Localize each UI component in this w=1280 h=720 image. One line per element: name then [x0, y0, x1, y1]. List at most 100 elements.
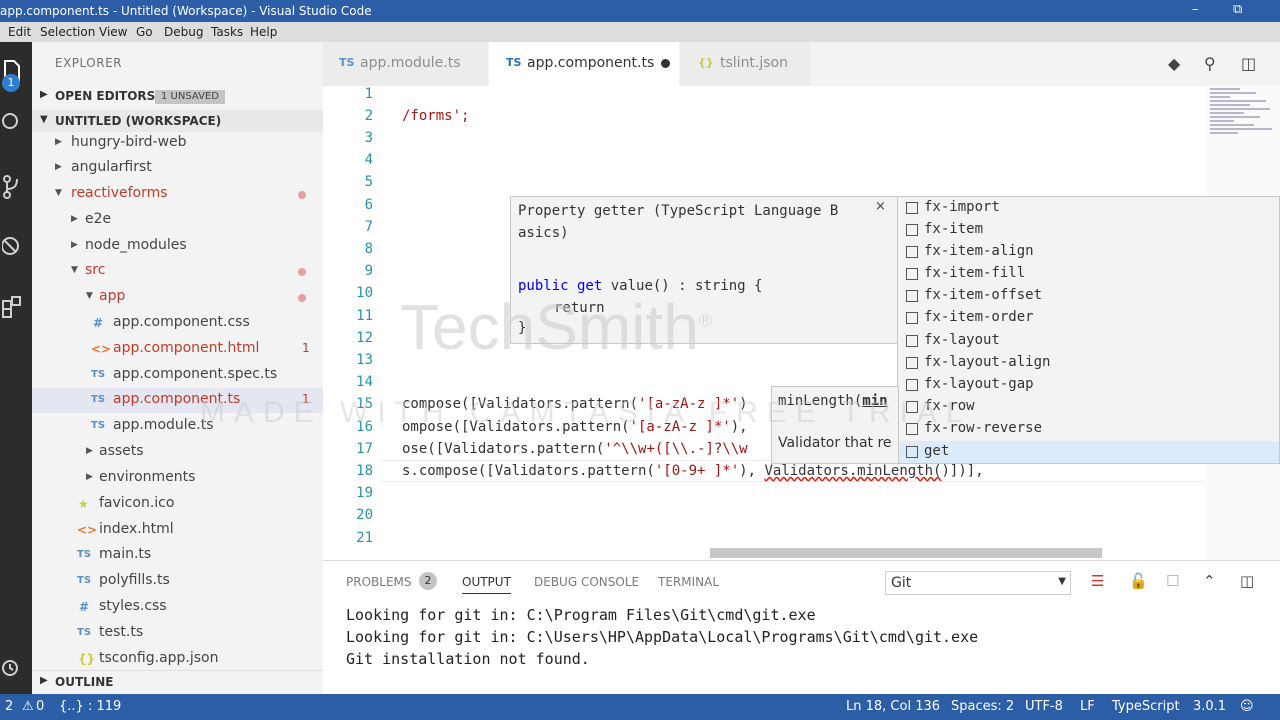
- open-preview-icon[interactable]: ⚲: [1204, 54, 1216, 73]
- chevron-down-icon: ▼: [86, 291, 93, 301]
- clear-output-icon[interactable]: ☰: [1091, 572, 1104, 590]
- tab-tslint-json[interactable]: {} tslint.json: [680, 42, 810, 86]
- restore-button[interactable]: ⧉: [1233, 2, 1242, 17]
- modified-dot: [298, 294, 306, 302]
- watermark-brand: TechSmith®: [400, 290, 712, 364]
- language-mode[interactable]: TypeScript: [1112, 699, 1180, 714]
- code-token: ose([Validators.pattern(: [402, 441, 605, 457]
- git-compare-icon[interactable]: ◆: [1168, 54, 1180, 73]
- workspace-section[interactable]: ▼ UNTITLED (WORKSPACE): [32, 110, 323, 132]
- tree-item-label: polyfills.ts: [99, 572, 170, 588]
- suggestion-label: fx-import: [924, 199, 1000, 215]
- tree-item-src[interactable]: ▼ src: [32, 259, 323, 284]
- tab-app-component-ts[interactable]: TS app.component.ts: [489, 42, 679, 86]
- encoding[interactable]: UTF-8: [1025, 699, 1063, 714]
- suggestion-item-selected[interactable]: get: [898, 441, 1279, 463]
- tab-debug-console[interactable]: DEBUG CONSOLE: [534, 575, 639, 589]
- lock-scroll-icon[interactable]: 🔓: [1129, 572, 1148, 590]
- tree-item-main-ts[interactable]: TS main.ts: [32, 543, 323, 568]
- suggestion-item[interactable]: fx-layout-gap: [898, 374, 1279, 396]
- split-editor-icon[interactable]: ◫: [1241, 54, 1256, 73]
- tab-app-module-ts[interactable]: TS app.module.ts: [323, 42, 488, 86]
- tree-item-assets[interactable]: ▶ assets: [32, 440, 323, 465]
- warning-count[interactable]: 0: [36, 699, 44, 714]
- maximize-panel-icon[interactable]: ⌃: [1203, 572, 1216, 590]
- cursor-position[interactable]: Ln 18, Col 136: [846, 699, 940, 714]
- debug-icon[interactable]: [0, 227, 32, 267]
- tree-item-index-html[interactable]: <> index.html: [32, 518, 323, 543]
- horizontal-scrollbar[interactable]: [710, 548, 1102, 558]
- sync-count[interactable]: 2: [5, 699, 13, 714]
- menu-help[interactable]: Help: [250, 25, 277, 39]
- search-icon[interactable]: [0, 104, 32, 144]
- line-number: 21: [356, 530, 373, 546]
- menu-view[interactable]: View: [99, 25, 127, 39]
- extensions-icon[interactable]: [0, 288, 32, 328]
- smiley-icon[interactable]: ☺: [1240, 699, 1254, 714]
- open-editors-section[interactable]: ▶ OPEN EDITORS 1 UNSAVED: [32, 85, 323, 107]
- tree-item-environments[interactable]: ▶ environments: [32, 466, 323, 491]
- typescript-version[interactable]: 3.0.1: [1193, 699, 1226, 714]
- tree-item-node-modules[interactable]: ▶ node_modules: [32, 234, 323, 259]
- menu-go[interactable]: Go: [136, 25, 153, 39]
- suggestion-item[interactable]: fx-import: [898, 197, 1279, 219]
- suggestion-item[interactable]: fx-item-align: [898, 241, 1279, 263]
- line-number: 10: [356, 285, 373, 301]
- tree-item-app-component-css[interactable]: # app.component.css: [32, 311, 323, 336]
- suggestion-item[interactable]: fx-layout: [898, 330, 1279, 352]
- close-icon[interactable]: ×: [875, 199, 886, 214]
- suggestion-item[interactable]: fx-layout-align: [898, 352, 1279, 374]
- line-number: 20: [356, 507, 373, 523]
- tree-item-app-component-spec-ts[interactable]: TS app.component.spec.ts: [32, 363, 323, 388]
- symbol-indicator[interactable]: {..} : 119: [59, 699, 121, 714]
- minimize-button[interactable]: –: [1192, 2, 1199, 17]
- tree-item-styles-css[interactable]: # styles.css: [32, 595, 323, 620]
- open-log-icon[interactable]: ☐: [1166, 572, 1179, 590]
- suggestion-item[interactable]: fx-item-fill: [898, 263, 1279, 285]
- settings-icon[interactable]: [0, 648, 32, 688]
- end-of-line[interactable]: LF: [1080, 699, 1095, 714]
- source-control-icon[interactable]: [0, 167, 32, 207]
- close-panel-icon[interactable]: ◫: [1240, 572, 1254, 590]
- outline-section[interactable]: ▶ OUTLINE: [32, 670, 323, 692]
- tree-item-label: main.ts: [99, 546, 152, 562]
- tree-item-test-ts[interactable]: TS test.ts: [32, 621, 323, 646]
- output-channel-select[interactable]: Git ▼: [885, 571, 1071, 595]
- suggestion-item[interactable]: fx-item-offset: [898, 285, 1279, 307]
- tree-item-app[interactable]: ▼ app: [32, 285, 323, 310]
- tree-item-label: test.ts: [99, 624, 144, 640]
- suggestion-item[interactable]: fx-item: [898, 219, 1279, 241]
- tree-item-favicon-ico[interactable]: ★ favicon.ico: [32, 492, 323, 517]
- snippet-icon: [906, 224, 918, 236]
- unsaved-dot-icon[interactable]: [661, 59, 670, 68]
- tab-output[interactable]: OUTPUT: [462, 575, 511, 594]
- tree-item-polyfills-ts[interactable]: TS polyfills.ts: [32, 569, 323, 594]
- line-number: 2: [364, 108, 373, 124]
- menu-selection[interactable]: Selection: [40, 25, 95, 39]
- tree-item-label: tsconfig.app.json: [99, 650, 219, 666]
- tab-terminal[interactable]: TERMINAL: [658, 575, 719, 589]
- tree-item-angularfirst[interactable]: ▶ angularfirst: [32, 156, 323, 181]
- output-line: Looking for git in: C:\Users\HP\AppData\…: [346, 628, 979, 646]
- tree-item-app-component-html[interactable]: <> app.component.html 1: [32, 337, 323, 362]
- tab-label: tslint.json: [720, 55, 788, 71]
- menu-edit[interactable]: Edit: [8, 25, 31, 39]
- tree-item-e2e[interactable]: ▶ e2e: [32, 208, 323, 233]
- output-line: Git installation not found.: [346, 650, 590, 668]
- tree-item-tsconfig-app-json[interactable]: {} tsconfig.app.json: [32, 647, 323, 672]
- tab-problems[interactable]: PROBLEMS: [346, 575, 412, 589]
- code-line-2: /forms';: [402, 108, 470, 124]
- menu-tasks[interactable]: Tasks: [211, 25, 243, 39]
- tree-item-label: reactiveforms: [71, 185, 168, 201]
- tree-item-hungry-bird-web[interactable]: ▶ hungry-bird-web: [32, 131, 323, 156]
- suggestion-item[interactable]: fx-item-order: [898, 307, 1279, 329]
- ts-file-icon: TS: [91, 420, 106, 431]
- tree-item-reactiveforms[interactable]: ▼ reactiveforms: [32, 182, 323, 207]
- indentation[interactable]: Spaces: 2: [951, 699, 1014, 714]
- snippet-icon: [906, 312, 918, 324]
- line-number: 4: [364, 152, 373, 168]
- tree-item-label: app.component.html: [113, 340, 260, 356]
- snippet-icon: [906, 335, 918, 347]
- chevron-right-icon: ▶: [55, 162, 62, 172]
- menu-debug[interactable]: Debug: [164, 25, 203, 39]
